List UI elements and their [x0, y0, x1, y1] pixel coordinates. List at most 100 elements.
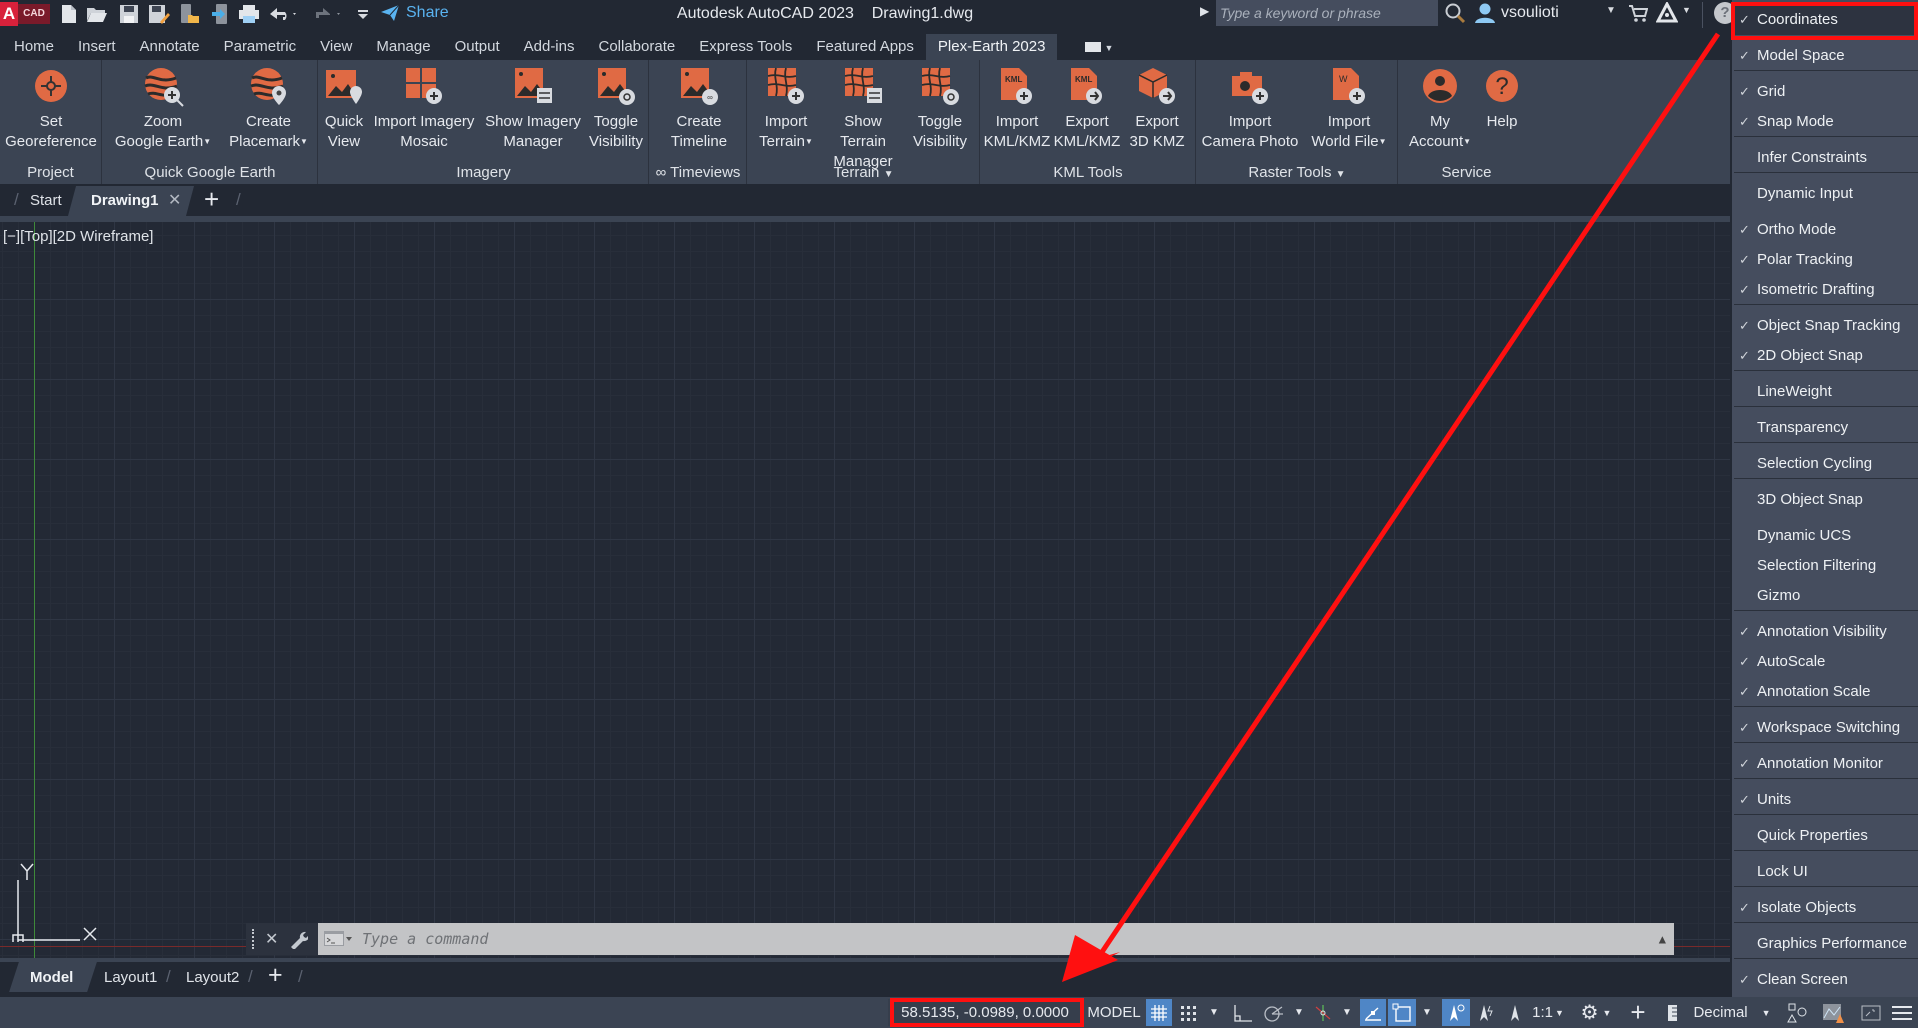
- menu-item-object-snap-tracking[interactable]: ✓ Object Snap Tracking: [1732, 311, 1918, 341]
- menu-item-annotation-scale[interactable]: ✓ Annotation Scale: [1732, 677, 1918, 707]
- autoscale-button[interactable]: [1472, 999, 1500, 1026]
- import-imagery-mosaic-button[interactable]: Import Imagery Mosaic: [369, 66, 479, 152]
- polar-tracking-button[interactable]: [1260, 999, 1288, 1026]
- ribbon-minimize-button[interactable]: ▼: [1057, 34, 1125, 60]
- tab-add-ins[interactable]: Add-ins: [512, 34, 587, 60]
- show-terrain-manager-button[interactable]: Show Terrain Manager: [820, 66, 906, 172]
- annotation-monitor-icon[interactable]: +: [1624, 997, 1652, 1027]
- polar-dropdown-icon[interactable]: ▼: [1290, 999, 1308, 1026]
- tab-express-tools[interactable]: Express Tools: [687, 34, 804, 60]
- menu-item-2d-object-snap[interactable]: ✓ 2D Object Snap: [1732, 341, 1918, 371]
- clean-screen-button[interactable]: [1858, 999, 1884, 1026]
- viewport-controls[interactable]: [−][Top][2D Wireframe]: [3, 228, 153, 245]
- tab-insert[interactable]: Insert: [66, 34, 128, 60]
- annotation-scale-icon-button[interactable]: [1502, 999, 1528, 1026]
- menu-item-clean-screen[interactable]: ✓ Clean Screen: [1732, 965, 1918, 995]
- tab-view[interactable]: View: [308, 34, 364, 60]
- menu-item-lineweight[interactable]: LineWeight: [1732, 377, 1918, 407]
- command-input[interactable]: Type a command ▲: [318, 923, 1674, 955]
- dropdown-caret-icon[interactable]: ▼: [1463, 137, 1471, 146]
- panel-expand-caret-icon[interactable]: ▼: [1336, 169, 1346, 180]
- menu-item-selection-cycling[interactable]: Selection Cycling: [1732, 449, 1918, 479]
- layout-tab-model[interactable]: Model: [30, 969, 73, 986]
- menu-item-grid[interactable]: ✓ Grid: [1732, 77, 1918, 107]
- tab-home[interactable]: Home: [0, 34, 66, 60]
- units-dropdown[interactable]: Decimal ▼: [1660, 999, 1778, 1026]
- graphics-performance-button[interactable]: [1818, 999, 1848, 1026]
- create-timeline-button[interactable]: ∞ Create Timeline: [654, 66, 744, 152]
- tab-collaborate[interactable]: Collaborate: [586, 34, 687, 60]
- object-snap-dropdown-icon[interactable]: ▼: [1418, 999, 1436, 1026]
- doc-tab-start[interactable]: Start: [30, 192, 62, 209]
- isometric-dropdown-icon[interactable]: ▼: [1338, 999, 1356, 1026]
- toggle-terrain-visibility-button[interactable]: Toggle Visibility: [908, 66, 972, 152]
- export-kml-kmz-button[interactable]: KML Export KML/KMZ: [1053, 66, 1121, 152]
- menu-item-model-space[interactable]: ✓ Model Space: [1732, 41, 1918, 71]
- search-icon[interactable]: [1444, 2, 1466, 29]
- menu-item-snap-mode[interactable]: ✓ Snap Mode: [1732, 107, 1918, 137]
- customization-menu-button[interactable]: [1888, 999, 1916, 1026]
- tab-featured-apps[interactable]: Featured Apps: [804, 34, 926, 60]
- zoom-google-earth-button[interactable]: Zoom Google Earth▼: [113, 66, 213, 152]
- user-menu-caret-icon[interactable]: ▼: [1606, 5, 1616, 16]
- my-account-button[interactable]: My Account▼: [1407, 66, 1473, 152]
- workspace-switching-button[interactable]: ⚙ ▼: [1574, 999, 1618, 1026]
- app-menu-caret-icon[interactable]: ▼: [1682, 5, 1691, 15]
- menu-item-gizmo[interactable]: Gizmo: [1732, 581, 1918, 611]
- command-history-icon[interactable]: [324, 931, 352, 947]
- menu-item-isolate-objects[interactable]: ✓ Isolate Objects: [1732, 893, 1918, 923]
- menu-item-autoscale[interactable]: ✓ AutoScale: [1732, 647, 1918, 677]
- command-expand-icon[interactable]: ▲: [1659, 923, 1666, 955]
- menu-item-selection-filtering[interactable]: Selection Filtering: [1732, 551, 1918, 581]
- model-space-button[interactable]: MODEL: [1086, 999, 1142, 1026]
- panel-expand-caret-icon[interactable]: ▼: [884, 169, 894, 180]
- ortho-button[interactable]: [1230, 999, 1256, 1026]
- search-expand-icon[interactable]: ▶: [1200, 4, 1209, 18]
- menu-item-polar-tracking[interactable]: ✓ Polar Tracking: [1732, 245, 1918, 275]
- drawing-viewport[interactable]: [−][Top][2D Wireframe]: [0, 222, 1730, 958]
- export-3d-kmz-button[interactable]: Export 3D KMZ: [1123, 66, 1191, 152]
- autodesk-app-icon[interactable]: [1655, 0, 1679, 29]
- toggle-imagery-visibility-button[interactable]: Toggle Visibility: [585, 66, 647, 152]
- menu-item-isometric-drafting[interactable]: ✓ Isometric Drafting: [1732, 275, 1918, 305]
- annotation-scale-dropdown[interactable]: 1:1 ▼: [1530, 999, 1566, 1026]
- tab-manage[interactable]: Manage: [364, 34, 442, 60]
- menu-item-workspace-switching[interactable]: ✓ Workspace Switching: [1732, 713, 1918, 743]
- import-terrain-button[interactable]: Import Terrain▼: [754, 66, 818, 152]
- menu-item-annotation-visibility[interactable]: ✓ Annotation Visibility: [1732, 617, 1918, 647]
- menu-item-annotation-monitor[interactable]: ✓ Annotation Monitor: [1732, 749, 1918, 779]
- drag-handle[interactable]: [252, 929, 255, 949]
- import-camera-photo-button[interactable]: Import Camera Photo: [1201, 66, 1299, 152]
- menu-item-graphics-performance[interactable]: Graphics Performance: [1732, 929, 1918, 959]
- tab-output[interactable]: Output: [443, 34, 512, 60]
- object-snap-button[interactable]: [1388, 999, 1416, 1026]
- username[interactable]: vsoulioti: [1501, 4, 1559, 22]
- layout-tab-layout1[interactable]: Layout1: [104, 969, 157, 986]
- quick-view-button[interactable]: Quick View: [321, 66, 367, 152]
- dropdown-caret-icon[interactable]: ▼: [300, 137, 308, 146]
- cart-icon[interactable]: [1628, 3, 1649, 28]
- menu-item-dynamic-input[interactable]: Dynamic Input: [1732, 179, 1918, 209]
- annotation-visibility-button[interactable]: [1442, 999, 1470, 1026]
- menu-item-3d-object-snap[interactable]: 3D Object Snap: [1732, 485, 1918, 515]
- user-icon[interactable]: [1474, 2, 1496, 29]
- grid-button[interactable]: [1146, 999, 1172, 1026]
- menu-item-transparency[interactable]: Transparency: [1732, 413, 1918, 443]
- object-snap-tracking-button[interactable]: [1360, 999, 1386, 1026]
- menu-item-infer-constraints[interactable]: Infer Constraints: [1732, 143, 1918, 173]
- dropdown-caret-icon[interactable]: ▼: [203, 137, 211, 146]
- import-kml-kmz-button[interactable]: KML Import KML/KMZ: [983, 66, 1051, 152]
- menu-item-quick-properties[interactable]: Quick Properties: [1732, 821, 1918, 851]
- import-world-file-button[interactable]: W Import World File▼: [1303, 66, 1395, 152]
- tab-parametric[interactable]: Parametric: [212, 34, 309, 60]
- help-search-input[interactable]: Type a keyword or phrase: [1216, 0, 1438, 26]
- help-button[interactable]: ? Help: [1477, 66, 1527, 132]
- tab-plex-earth-2023[interactable]: Plex-Earth 2023: [925, 34, 1058, 60]
- panel-title[interactable]: Raster Tools ▼: [1197, 164, 1397, 181]
- close-tab-icon[interactable]: ✕: [168, 190, 181, 210]
- quick-properties-button[interactable]: [1782, 999, 1812, 1026]
- isometric-button[interactable]: [1310, 999, 1336, 1026]
- layout-tab-layout2[interactable]: Layout2: [186, 969, 239, 986]
- show-imagery-manager-button[interactable]: Show Imagery Manager: [481, 66, 585, 152]
- tab-annotate[interactable]: Annotate: [128, 34, 212, 60]
